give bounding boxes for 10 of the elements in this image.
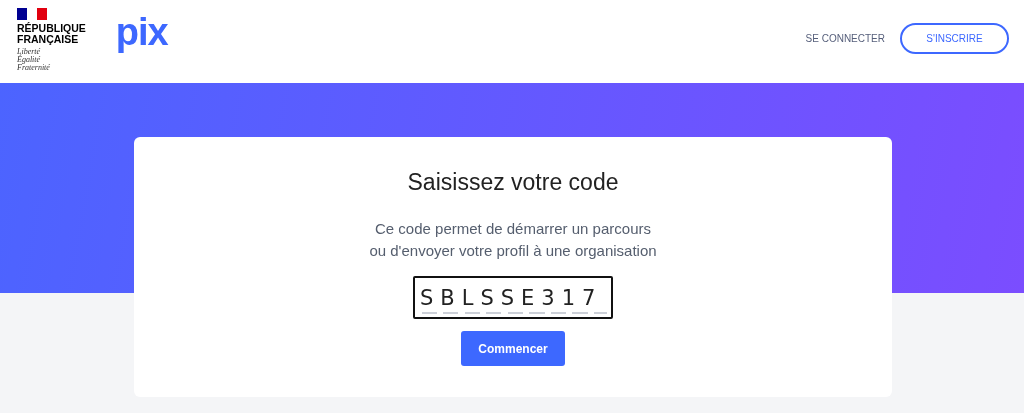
card-title: Saisissez votre code (407, 169, 619, 196)
flag-icon (17, 8, 47, 20)
motto: Liberté Égalité Fraternité (17, 48, 51, 72)
signup-button[interactable]: S'INSCRIRE (900, 22, 1009, 54)
start-button[interactable]: Commencer (461, 331, 565, 366)
login-link[interactable]: SE CONNECTER (805, 32, 885, 44)
pix-logo[interactable]: pix (115, 12, 168, 72)
code-input-field[interactable]: SBLSSE317 (413, 276, 613, 319)
card-description: Ce code permet de démarrer un parcours ou d'envoyer votre profil à une organisation (369, 219, 657, 261)
republic-name: RÉPUBLIQUE FRANÇAISE (17, 23, 86, 45)
